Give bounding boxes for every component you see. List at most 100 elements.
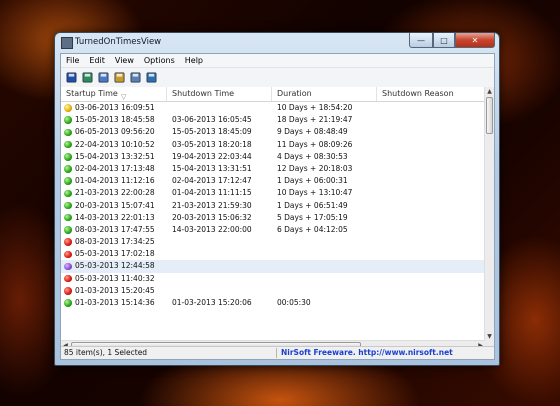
title-bar[interactable]: TurnedOnTimesView — □ ✕ [55, 33, 499, 51]
column-label: Startup Time [66, 89, 118, 98]
list-view[interactable]: Startup Time ▽ Shutdown Time Duration Sh… [61, 87, 494, 350]
cell-duration: 18 Days + 21:19:47 [277, 115, 353, 125]
cell-shutdown-time: 15-04-2013 13:31:51 [172, 163, 252, 173]
column-header: Startup Time ▽ Shutdown Time Duration Sh… [61, 87, 485, 102]
cell-duration: 9 Days + 08:48:49 [277, 127, 348, 137]
status-red-icon [64, 287, 72, 295]
cell-startup-time: 08-03-2013 17:34:25 [75, 237, 155, 247]
cell-startup-time: 05-03-2013 12:44:58 [75, 261, 155, 271]
menu-bar: File Edit View Options Help [61, 54, 494, 68]
app-icon [61, 37, 73, 49]
status-green-icon [64, 116, 72, 124]
status-green-icon [64, 153, 72, 161]
scroll-up-icon[interactable]: ▲ [485, 87, 494, 96]
cell-duration: 10 Days + 18:54:20 [277, 103, 353, 112]
window-controls: — □ ✕ [409, 33, 495, 48]
status-purple-icon [64, 262, 72, 271]
cell-startup-time: 08-03-2013 17:47:55 [75, 224, 155, 234]
cell-shutdown-time: 21-03-2013 21:59:30 [172, 200, 252, 210]
table-row[interactable]: 05-03-2013 12:44:58 [61, 260, 485, 273]
vertical-scroll-thumb[interactable] [486, 97, 493, 134]
cell-startup-time: 03-06-2013 16:09:51 [75, 103, 155, 112]
toolbar [61, 68, 494, 88]
cell-startup-time: 14-03-2013 22:01:13 [75, 212, 155, 222]
cell-shutdown-time: 01-04-2013 11:11:15 [172, 188, 252, 198]
status-green-icon [64, 226, 72, 234]
status-green-icon [64, 213, 72, 222]
table-row[interactable]: 08-03-2013 17:34:25 [61, 236, 485, 248]
column-duration[interactable]: Duration [272, 87, 377, 101]
status-bar: 85 item(s), 1 Selected NirSoft Freeware.… [61, 346, 494, 359]
table-row[interactable]: 05-03-2013 11:40:32 [61, 273, 485, 285]
column-shutdown-reason[interactable]: Shutdown Reason [377, 87, 485, 101]
cell-startup-time: 01-04-2013 11:12:16 [75, 176, 155, 186]
table-row[interactable]: 06-05-2013 09:56:20 15-05-2013 18:45:09 9 … [61, 126, 485, 138]
exit-icon[interactable] [145, 72, 157, 84]
cell-startup-time: 02-04-2013 17:13:48 [75, 163, 155, 173]
cell-startup-time: 05-03-2013 11:40:32 [75, 273, 155, 283]
cell-startup-time: 20-03-2013 15:07:41 [75, 200, 155, 210]
status-green-icon [64, 177, 72, 185]
status-red-icon [64, 274, 72, 283]
cell-duration: 11 Days + 08:09:26 [277, 139, 353, 149]
cell-duration: 5 Days + 17:05:19 [277, 212, 348, 222]
save-icon[interactable] [65, 72, 77, 84]
scroll-down-icon[interactable]: ▼ [485, 332, 494, 341]
menu-edit[interactable]: Edit [84, 56, 110, 65]
properties-icon[interactable] [113, 72, 125, 84]
cell-startup-time: 01-03-2013 15:14:36 [75, 298, 155, 307]
maximize-button[interactable]: □ [433, 33, 455, 48]
table-row[interactable]: 20-03-2013 15:07:41 21-03-2013 21:59:30 1 … [61, 200, 485, 212]
column-shutdown-time[interactable]: Shutdown Time [167, 87, 272, 101]
status-green-icon [64, 299, 72, 307]
report-icon[interactable] [129, 72, 141, 84]
menu-file[interactable]: File [61, 56, 84, 65]
table-row[interactable]: 22-04-2013 10:10:52 03-05-2013 18:20:18 11… [61, 139, 485, 151]
table-row[interactable]: 21-03-2013 22:00:28 01-04-2013 11:11:15 10… [61, 187, 485, 199]
vertical-scrollbar[interactable]: ▲ ▼ [484, 87, 494, 350]
cell-startup-time: 15-04-2013 13:32:51 [75, 151, 155, 161]
table-row[interactable]: 03-06-2013 16:09:51 10 Days + 18:54:20 [61, 102, 485, 114]
export-icon[interactable] [81, 72, 93, 84]
status-item-count: 85 item(s), 1 Selected [64, 348, 148, 357]
table-row[interactable]: 08-03-2013 17:47:55 14-03-2013 22:00:00 6 … [61, 224, 485, 236]
table-row[interactable]: 15-04-2013 13:32:51 19-04-2013 22:03:44 4 … [61, 151, 485, 163]
menu-help[interactable]: Help [180, 56, 208, 65]
column-startup-time[interactable]: Startup Time ▽ [61, 87, 167, 101]
copy-icon[interactable] [97, 72, 109, 84]
cell-shutdown-time: 15-05-2013 18:45:09 [172, 127, 252, 137]
status-green-icon [64, 140, 72, 149]
table-row[interactable]: 15-05-2013 18:45:58 03-06-2013 16:05:45 18… [61, 114, 485, 126]
cell-startup-time: 21-03-2013 22:00:28 [75, 188, 155, 198]
cell-duration: 1 Days + 06:00:31 [277, 176, 348, 186]
table-row[interactable]: 05-03-2013 17:02:18 [61, 248, 485, 260]
cell-shutdown-time: 03-06-2013 16:05:45 [172, 115, 252, 125]
cell-shutdown-time: 19-04-2013 22:03:44 [172, 151, 252, 161]
cell-duration: 6 Days + 04:12:05 [277, 224, 348, 234]
status-red-icon [64, 238, 72, 246]
cell-duration: 4 Days + 08:30:53 [277, 151, 348, 161]
table-row[interactable]: 01-04-2013 11:12:16 02-04-2013 17:12:47 1 … [61, 175, 485, 187]
status-green-icon [64, 201, 72, 210]
table-row[interactable]: 14-03-2013 22:01:13 20-03-2013 15:06:32 5 … [61, 212, 485, 224]
menu-view[interactable]: View [110, 56, 139, 65]
cell-duration: 1 Days + 06:51:49 [277, 200, 348, 210]
cell-startup-time: 06-05-2013 09:56:20 [75, 127, 155, 137]
cell-startup-time: 22-04-2013 10:10:52 [75, 139, 155, 149]
status-green-icon [64, 189, 72, 198]
close-button[interactable]: ✕ [455, 33, 495, 48]
client-area: File Edit View Options Help Startup Time ▽ S… [60, 53, 495, 360]
status-divider [276, 348, 277, 358]
table-row[interactable]: 01-03-2013 15:20:45 [61, 285, 485, 297]
menu-options[interactable]: Options [139, 56, 180, 65]
window-title: TurnedOnTimesView [75, 37, 162, 47]
minimize-button[interactable]: — [409, 33, 433, 48]
table-row[interactable]: 01-03-2013 15:14:36 01-03-2013 15:20:06 00… [61, 297, 485, 309]
table-row[interactable]: 02-04-2013 17:13:48 15-04-2013 13:31:51 12… [61, 163, 485, 175]
nirsoft-link[interactable]: NirSoft Freeware. http://www.nirsoft.net [281, 348, 453, 357]
cell-shutdown-time: 02-04-2013 17:12:47 [172, 176, 252, 186]
cell-startup-time: 05-03-2013 17:02:18 [75, 249, 155, 259]
cell-duration: 00:05:30 [277, 298, 311, 307]
cell-shutdown-time: 14-03-2013 22:00:00 [172, 224, 252, 234]
status-green-icon [64, 165, 72, 173]
